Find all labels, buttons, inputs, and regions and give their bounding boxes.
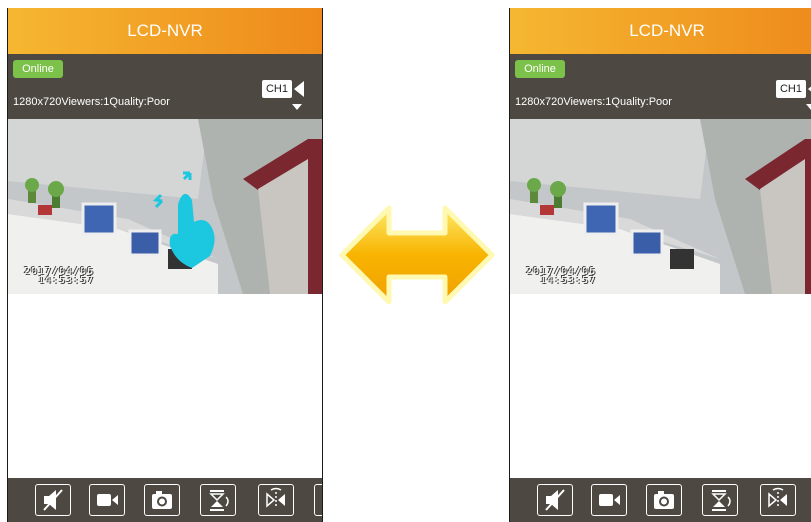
video-view[interactable]: 2017/04/06 14:53:57	[510, 119, 811, 294]
flip-vertical-button[interactable]	[702, 484, 738, 516]
channel-label: CH1	[262, 80, 292, 98]
mute-button[interactable]	[537, 484, 573, 516]
phone-screen-right: LCD-NVR Online 1280x720Viewers:1Quality:…	[509, 8, 811, 522]
stream-info: 1280x720Viewers:1Quality:Poor	[515, 96, 672, 108]
snapshot-button[interactable]	[144, 484, 180, 516]
app-title: LCD-NVR	[510, 8, 811, 54]
channel-selector[interactable]: CH1	[262, 78, 306, 110]
video-timestamp: 2017/04/06 14:53:57	[526, 266, 597, 286]
channel-label: CH1	[776, 80, 806, 98]
chevron-down-icon	[292, 104, 302, 110]
chevron-down-icon	[806, 104, 811, 110]
flip-vertical-icon	[711, 490, 731, 511]
mirror-button[interactable]	[258, 484, 294, 516]
status-badge: Online	[13, 60, 63, 78]
phone-screen-left: LCD-NVR Online 1280x720Viewers:1Quality:…	[7, 8, 323, 522]
mute-icon	[43, 489, 63, 511]
snapshot-button[interactable]	[646, 484, 682, 516]
mute-button[interactable]	[35, 484, 71, 516]
stream-info: 1280x720Viewers:1Quality:Poor	[13, 96, 170, 108]
mute-icon	[545, 489, 565, 511]
info-bar: Online 1280x720Viewers:1Quality:Poor CH1	[510, 54, 811, 119]
info-bar: Online 1280x720Viewers:1Quality:Poor CH1	[8, 54, 322, 119]
status-badge: Online	[515, 60, 565, 78]
mirror-button[interactable]	[760, 484, 796, 516]
bottom-toolbar	[8, 478, 322, 522]
mirror-horizontal-icon	[768, 487, 787, 508]
record-icon	[599, 494, 620, 506]
snapshot-icon	[654, 491, 674, 509]
video-view[interactable]: 2017/04/06 14:53:57	[8, 119, 322, 294]
record-button[interactable]	[591, 484, 627, 516]
video-timestamp: 2017/04/06 14:53:57	[24, 266, 95, 286]
snapshot-icon	[152, 491, 172, 509]
flip-vertical-button[interactable]	[200, 484, 236, 516]
bottom-toolbar	[510, 478, 811, 522]
record-button[interactable]	[89, 484, 125, 516]
camera-icon	[294, 81, 304, 97]
swap-arrow-icon	[339, 205, 495, 305]
record-icon	[97, 494, 118, 506]
channel-selector[interactable]: CH1	[776, 78, 811, 110]
mirror-horizontal-icon	[266, 487, 285, 508]
flip-vertical-icon	[209, 490, 229, 511]
app-title: LCD-NVR	[8, 8, 322, 54]
more-button[interactable]	[314, 484, 322, 516]
